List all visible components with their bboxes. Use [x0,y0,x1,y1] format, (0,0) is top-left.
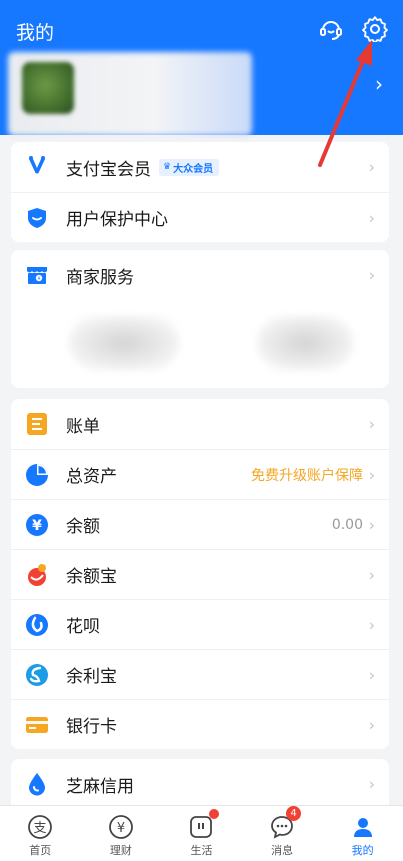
tab-label: 我的 [351,844,374,857]
row-yulibao[interactable]: 余利宝 › [11,649,389,699]
store-icon: ¥ [27,267,47,284]
row-label: 花呗 [66,617,100,637]
bottom-tab-bar: 支 首页 ¥ 理财 生活 4 消息 我的 [0,805,403,861]
finance-card: 账单 › 总资产 免费升级账户保障 › ¥ 余额 0.00 › 余额宝 › 花呗… [11,399,389,749]
bill-icon [27,413,47,435]
row-label: 账单 [66,416,100,437]
svg-text:¥: ¥ [117,821,125,836]
notification-dot [209,809,220,819]
balance-amount: 0.00 [331,516,363,533]
yuan-coin-icon: ¥ [26,513,48,536]
alipay-member-v-icon [29,156,45,174]
member-card: 支付宝会员 ♛ 大众会员 › 用户保护中心 › [11,142,389,242]
sesame-drop-icon [29,773,45,796]
row-label: 余额 [66,517,100,537]
chevron-right-icon[interactable]: › [375,72,383,96]
row-label: 用户保护中心 [66,210,168,230]
badge-text: 大众会员 [173,163,214,175]
shield-icon [28,207,46,228]
row-label: 支付宝会员 [66,159,151,180]
row-label: 芝麻信用 [66,776,134,797]
credit-card: 芝麻信用 › [11,759,389,805]
row-label: 银行卡 [66,717,117,737]
svg-text:¥: ¥ [32,518,42,534]
huabei-icon [26,613,48,636]
row-balance[interactable]: ¥ 余额 0.00 › [11,499,389,549]
chevron-right-icon: › [368,414,375,434]
chevron-right-icon: › [368,208,375,227]
chevron-right-icon: › [368,715,375,734]
tab-label: 生活 [190,844,213,857]
bank-card-icon [26,716,48,733]
tab-label: 首页 [29,844,52,857]
chevron-right-icon: › [368,157,375,177]
upgrade-protection-link[interactable]: 免费升级账户保障 [251,465,363,485]
row-label: 余利宝 [66,667,117,687]
pie-chart-icon [26,463,48,486]
tab-label: 消息 [271,844,294,857]
finance-yuan-icon: ¥ [108,815,133,839]
tab-me[interactable]: 我的 [322,806,403,861]
chevron-right-icon: › [368,665,375,684]
customer-service-icon[interactable] [318,16,344,42]
message-count-badge: 4 [286,806,302,821]
member-level-badge: ♛ 大众会员 [159,158,220,176]
merchant-card: ¥ 商家服务 › [11,250,389,388]
yuebao-icon [28,563,46,586]
page-title: 我的 [16,22,55,44]
row-label: 总资产 [66,467,117,487]
row-yuebao[interactable]: 余额宝 › [11,549,389,599]
row-total-assets[interactable]: 总资产 免费升级账户保障 › [11,449,389,499]
chevron-right-icon: › [368,465,375,484]
gear-icon[interactable] [362,16,388,42]
header: 我的 › [0,0,403,136]
blurred-item [69,316,179,370]
crown-icon: ♛ [163,162,172,172]
row-bank-card[interactable]: 银行卡 › [11,699,389,749]
row-alipay-member[interactable]: 支付宝会员 ♛ 大众会员 › [11,142,389,192]
row-huabei[interactable]: 花呗 › [11,599,389,649]
chevron-right-icon: › [368,565,375,584]
avatar[interactable] [22,62,74,114]
row-label: 商家服务 [66,267,134,288]
tab-home[interactable]: 支 首页 [0,806,81,861]
chevron-right-icon: › [368,515,375,534]
yulibao-icon [26,663,48,686]
tab-messages[interactable]: 4 消息 [242,806,323,861]
svg-text:¥: ¥ [38,276,41,282]
svg-text:支: 支 [34,821,47,836]
chevron-right-icon: › [368,774,375,794]
row-label: 余额宝 [66,567,117,587]
tab-life[interactable]: 生活 [161,806,242,861]
tab-label: 理财 [109,844,132,857]
chevron-right-icon: › [368,265,375,285]
row-bill[interactable]: 账单 › [11,399,389,449]
row-merchant-service[interactable]: ¥ 商家服务 › [11,250,389,300]
alipay-home-icon: 支 [28,815,53,839]
me-icon [353,818,372,837]
row-user-protection[interactable]: 用户保护中心 › [11,192,389,242]
row-sesame-credit[interactable]: 芝麻信用 › [11,759,389,809]
tab-finance[interactable]: ¥ 理财 [81,806,162,861]
merchant-content-blurred [11,300,389,388]
blurred-item [257,316,353,370]
chevron-right-icon: › [368,615,375,634]
